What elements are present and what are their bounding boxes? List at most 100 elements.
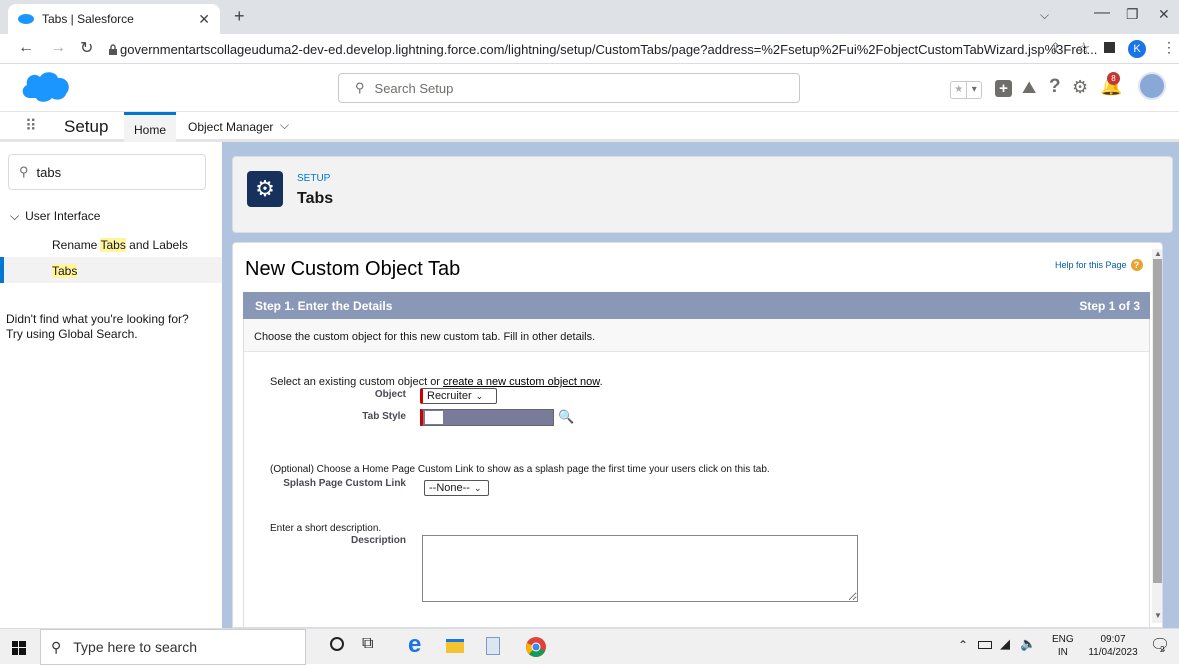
splash-link-select[interactable]: --None-- ⌄ <box>424 480 489 496</box>
lookup-magnifier-icon[interactable]: 🔍 <box>558 409 574 425</box>
tab-style-label: Tab Style <box>362 411 406 422</box>
prompt-end: . <box>599 376 603 388</box>
address-bar-row: ← → ↻ governmentartscollageuduma2-dev-ed… <box>0 34 1179 64</box>
step-header: Step 1. Enter the Details Step 1 of 3 <box>243 292 1150 319</box>
tab-search-icon[interactable]: ⌵ <box>1040 8 1049 23</box>
help-line-1: Didn't find what you're looking for? <box>6 312 189 326</box>
browser-menu-icon[interactable]: ⋮ <box>1162 39 1176 56</box>
description-textarea[interactable] <box>422 535 858 602</box>
step-count: Step 1 of 3 <box>1079 298 1140 313</box>
volume-icon[interactable]: 🔈 <box>1020 636 1036 652</box>
windows-start-icon[interactable] <box>12 641 26 655</box>
splash-select-value: --None-- <box>429 482 470 494</box>
browser-tab[interactable]: Tabs | Salesforce ✕ <box>8 4 220 34</box>
scrollbar-thumb[interactable] <box>1153 259 1162 583</box>
lock-icon[interactable] <box>108 44 118 56</box>
favorites-dropdown-icon[interactable]: ▾ <box>966 82 981 98</box>
sidebar-section-label: User Interface <box>25 209 101 223</box>
battery-icon[interactable] <box>978 641 992 649</box>
calculator-icon[interactable] <box>486 637 500 655</box>
salesforce-header: ⚲ Search Setup ★ ▾ + ⛰ ? ⚙ 🔔 8 <box>0 64 1179 112</box>
create-custom-object-link[interactable]: create a new custom object now <box>443 376 600 388</box>
chevron-down-icon: ⌵ <box>10 209 20 223</box>
setup-gear-icon[interactable]: ⚙ <box>1072 77 1088 98</box>
help-icon[interactable]: ? <box>1049 76 1061 98</box>
file-explorer-icon[interactable] <box>446 639 464 653</box>
clock-time: 09:07 <box>1100 634 1126 645</box>
language-indicator[interactable]: ENG IN <box>1052 633 1074 659</box>
favorites-button[interactable]: ★ ▾ <box>950 81 982 99</box>
bookmark-star-icon[interactable]: ☆ <box>1077 39 1090 57</box>
taskbar-search-input[interactable]: ⚲ Type here to search <box>40 629 306 665</box>
app-launcher-icon[interactable]: ⠿ <box>25 116 37 136</box>
tab-style-picker[interactable] <box>420 409 554 426</box>
item-label-post: and Labels <box>125 238 188 252</box>
task-view-icon[interactable]: ⧉ <box>362 635 373 653</box>
close-tab-icon[interactable]: ✕ <box>198 11 210 28</box>
setup-sidebar: ⚲ tabs ⌵ User Interface Rename Tabs and … <box>0 142 222 628</box>
quick-find-value: tabs <box>36 164 62 180</box>
setup-gear-icon: ⚙ <box>247 171 283 207</box>
trailhead-icon[interactable]: ⛰ <box>1022 78 1036 98</box>
wizard-card: New Custom Object Tab Help for this Page… <box>232 242 1163 628</box>
back-icon[interactable]: ← <box>18 39 34 57</box>
setup-header-card: ⚙ SETUP Tabs <box>232 156 1173 233</box>
restore-button[interactable]: ❐ <box>1126 6 1139 23</box>
share-icon[interactable]: ⇪ <box>1050 40 1061 56</box>
sidebar-section-user-interface[interactable]: ⌵ User Interface <box>10 209 100 224</box>
select-object-prompt: Select an existing custom object or crea… <box>270 376 603 388</box>
chrome-icon[interactable] <box>526 637 546 657</box>
step-description: Choose the custom object for this new cu… <box>243 319 1150 352</box>
tab-style-swatch <box>425 411 443 424</box>
scroll-up-icon[interactable]: ▲ <box>1154 249 1162 258</box>
cortana-icon[interactable] <box>330 637 344 651</box>
salesforce-logo[interactable] <box>20 68 72 104</box>
help-icon: ? <box>1130 259 1143 271</box>
edge-browser-icon[interactable]: e <box>408 631 421 659</box>
search-icon: ⚲ <box>51 638 62 655</box>
minimize-button[interactable]: — <box>1094 4 1110 22</box>
chevron-down-icon[interactable]: ⌵ <box>280 118 289 133</box>
tab-object-manager[interactable]: Object Manager <box>188 120 273 134</box>
side-panel-icon[interactable] <box>1104 42 1115 53</box>
network-icon[interactable]: ◢ <box>1000 636 1010 652</box>
description-prompt: Enter a short description. <box>270 523 382 534</box>
url-input[interactable]: governmentartscollageuduma2-dev-ed.devel… <box>120 37 1120 61</box>
show-hidden-icons-icon[interactable]: ⌃ <box>958 638 968 652</box>
profile-avatar[interactable]: K <box>1128 40 1146 58</box>
user-avatar[interactable] <box>1138 72 1166 100</box>
reload-icon[interactable]: ↻ <box>80 38 93 58</box>
app-nav-bar: ⠿ Setup Home Object Manager ⌵ <box>0 112 1179 142</box>
clock[interactable]: 09:07 11/04/2023 <box>1088 633 1138 659</box>
step-title: Step 1. Enter the Details <box>255 298 393 313</box>
quick-find-input[interactable]: ⚲ tabs <box>8 154 206 190</box>
browser-tab-title: Tabs | Salesforce <box>42 12 134 26</box>
chevron-down-icon: ⌄ <box>475 390 484 401</box>
page-title: Tabs <box>297 190 334 207</box>
setup-search-input[interactable]: ⚲ Search Setup <box>338 73 800 103</box>
windows-taskbar: ⚲ Type here to search ⧉ e ⌃ ◢ 🔈 ENG IN 0… <box>0 628 1179 665</box>
notification-count-badge: 8 <box>1107 72 1120 85</box>
scrollbar-track[interactable]: ▲ ▼ <box>1152 249 1162 623</box>
item-label-pre: Rename <box>52 238 101 252</box>
new-tab-button[interactable]: + <box>234 6 245 27</box>
chevron-down-icon: ⌄ <box>473 482 482 493</box>
sidebar-item-tabs[interactable]: Tabs <box>0 257 222 283</box>
forward-icon[interactable]: → <box>50 39 66 57</box>
favorite-star-icon: ★ <box>954 84 964 95</box>
sidebar-item-rename-tabs[interactable]: Rename Tabs and Labels <box>52 238 188 252</box>
tab-home[interactable]: Home <box>124 112 177 142</box>
object-select[interactable]: Recruiter ⌄ <box>420 388 497 404</box>
close-window-button[interactable]: ✕ <box>1158 6 1170 23</box>
taskbar-search-placeholder: Type here to search <box>73 639 198 655</box>
search-placeholder: Search Setup <box>374 80 454 96</box>
help-page-link[interactable]: Help for this Page ? <box>1055 259 1143 271</box>
browser-tab-strip: Tabs | Salesforce ✕ + ⌵ — ❐ ✕ <box>0 0 1179 34</box>
help-text: Didn't find what you're looking for? Try… <box>6 312 189 342</box>
scroll-down-icon[interactable]: ▼ <box>1154 611 1162 620</box>
splash-link-label: Splash Page Custom Link <box>283 478 406 489</box>
language-line-2: IN <box>1057 647 1068 658</box>
item-label-highlight: Tabs <box>100 238 126 252</box>
global-actions-icon[interactable]: + <box>995 80 1012 97</box>
help-line-2: Try using Global Search. <box>6 327 138 341</box>
